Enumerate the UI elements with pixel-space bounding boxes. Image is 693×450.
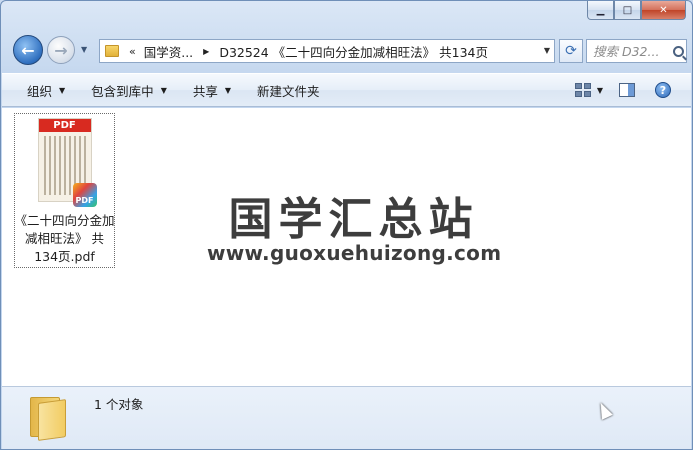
back-arrow-icon: ← xyxy=(21,40,35,60)
object-count: 1 个对象 xyxy=(94,397,144,412)
close-button[interactable]: ✕ xyxy=(641,1,686,20)
new-folder-button[interactable]: 新建文件夹 xyxy=(244,74,333,106)
breadcrumb-segment-current[interactable]: D32524 《二十四向分金加减相旺法》 共134页 xyxy=(219,42,488,61)
address-dropdown-icon[interactable]: ▼ xyxy=(544,46,550,55)
search-box[interactable] xyxy=(586,39,687,63)
minimize-button[interactable]: ▁ xyxy=(587,1,614,20)
details-pane: 1 个对象 xyxy=(2,386,691,449)
forward-button[interactable]: → xyxy=(47,36,75,64)
explorer-window: ▁ □ ✕ ← → ▼ « 国学资... ▶ D32524 《二十四向分金加减相… xyxy=(0,0,693,450)
search-icon[interactable] xyxy=(673,45,684,57)
watermark-chinese: 国学汇总站 xyxy=(2,183,691,247)
share-menu[interactable]: 共享 ▼ xyxy=(180,74,244,106)
breadcrumb-separator-icon[interactable]: ▶ xyxy=(193,47,219,56)
view-options-chevron-icon[interactable]: ▼ xyxy=(597,86,603,95)
preview-pane-icon[interactable] xyxy=(619,83,635,97)
maximize-button[interactable]: □ xyxy=(614,1,641,20)
search-input[interactable] xyxy=(593,43,671,59)
watermark-chinese-text: 国学汇总站 xyxy=(228,194,479,245)
minimize-icon: ▁ xyxy=(596,4,605,16)
forward-arrow-icon: → xyxy=(54,40,68,60)
include-in-library-label: 包含到库中 xyxy=(91,83,154,99)
help-icon[interactable]: ? xyxy=(655,82,671,98)
chevron-down-icon: ▼ xyxy=(160,85,167,95)
folder-icon xyxy=(28,391,68,441)
pdf-banner: PDF xyxy=(38,119,91,132)
organize-menu[interactable]: 组织 ▼ xyxy=(14,74,78,106)
breadcrumb-segment[interactable]: 国学资... xyxy=(144,42,193,61)
maximize-icon: □ xyxy=(622,4,633,16)
folder-icon xyxy=(105,45,119,57)
address-bar[interactable]: « 国学资... ▶ D32524 《二十四向分金加减相旺法》 共134页 ▼ xyxy=(99,39,555,63)
chevron-down-icon: ▼ xyxy=(224,85,232,95)
watermark-url: www.guoxuehuizong.com xyxy=(207,241,502,265)
close-icon: ✕ xyxy=(659,4,668,16)
refresh-icon: ⟳ xyxy=(565,43,577,59)
address-overflow-chevron[interactable]: « xyxy=(125,45,144,58)
change-view-icon[interactable] xyxy=(574,83,591,97)
command-bar: 组织 ▼ 包含到库中 ▼ 共享 ▼ 新建文件夹 ▼ ? xyxy=(2,73,691,107)
navigation-bar: ← → ▼ « 国学资... ▶ D32524 《二十四向分金加减相旺法》 共1… xyxy=(9,33,687,67)
share-label: 共享 xyxy=(192,83,218,99)
refresh-button[interactable]: ⟳ xyxy=(559,39,583,63)
caption-buttons: ▁ □ ✕ xyxy=(587,1,686,21)
back-button[interactable]: ← xyxy=(13,35,43,65)
organize-label: 组织 xyxy=(27,83,53,99)
file-list-pane[interactable]: PDF PDF 《二十四向分金加减相旺法》 共134页.pdf 国学汇总站 ww… xyxy=(2,108,691,386)
recent-pages-dropdown[interactable]: ▼ xyxy=(81,45,87,54)
include-in-library-menu[interactable]: 包含到库中 ▼ xyxy=(78,74,180,106)
chevron-down-icon: ▼ xyxy=(59,85,66,95)
new-folder-label: 新建文件夹 xyxy=(257,83,320,99)
